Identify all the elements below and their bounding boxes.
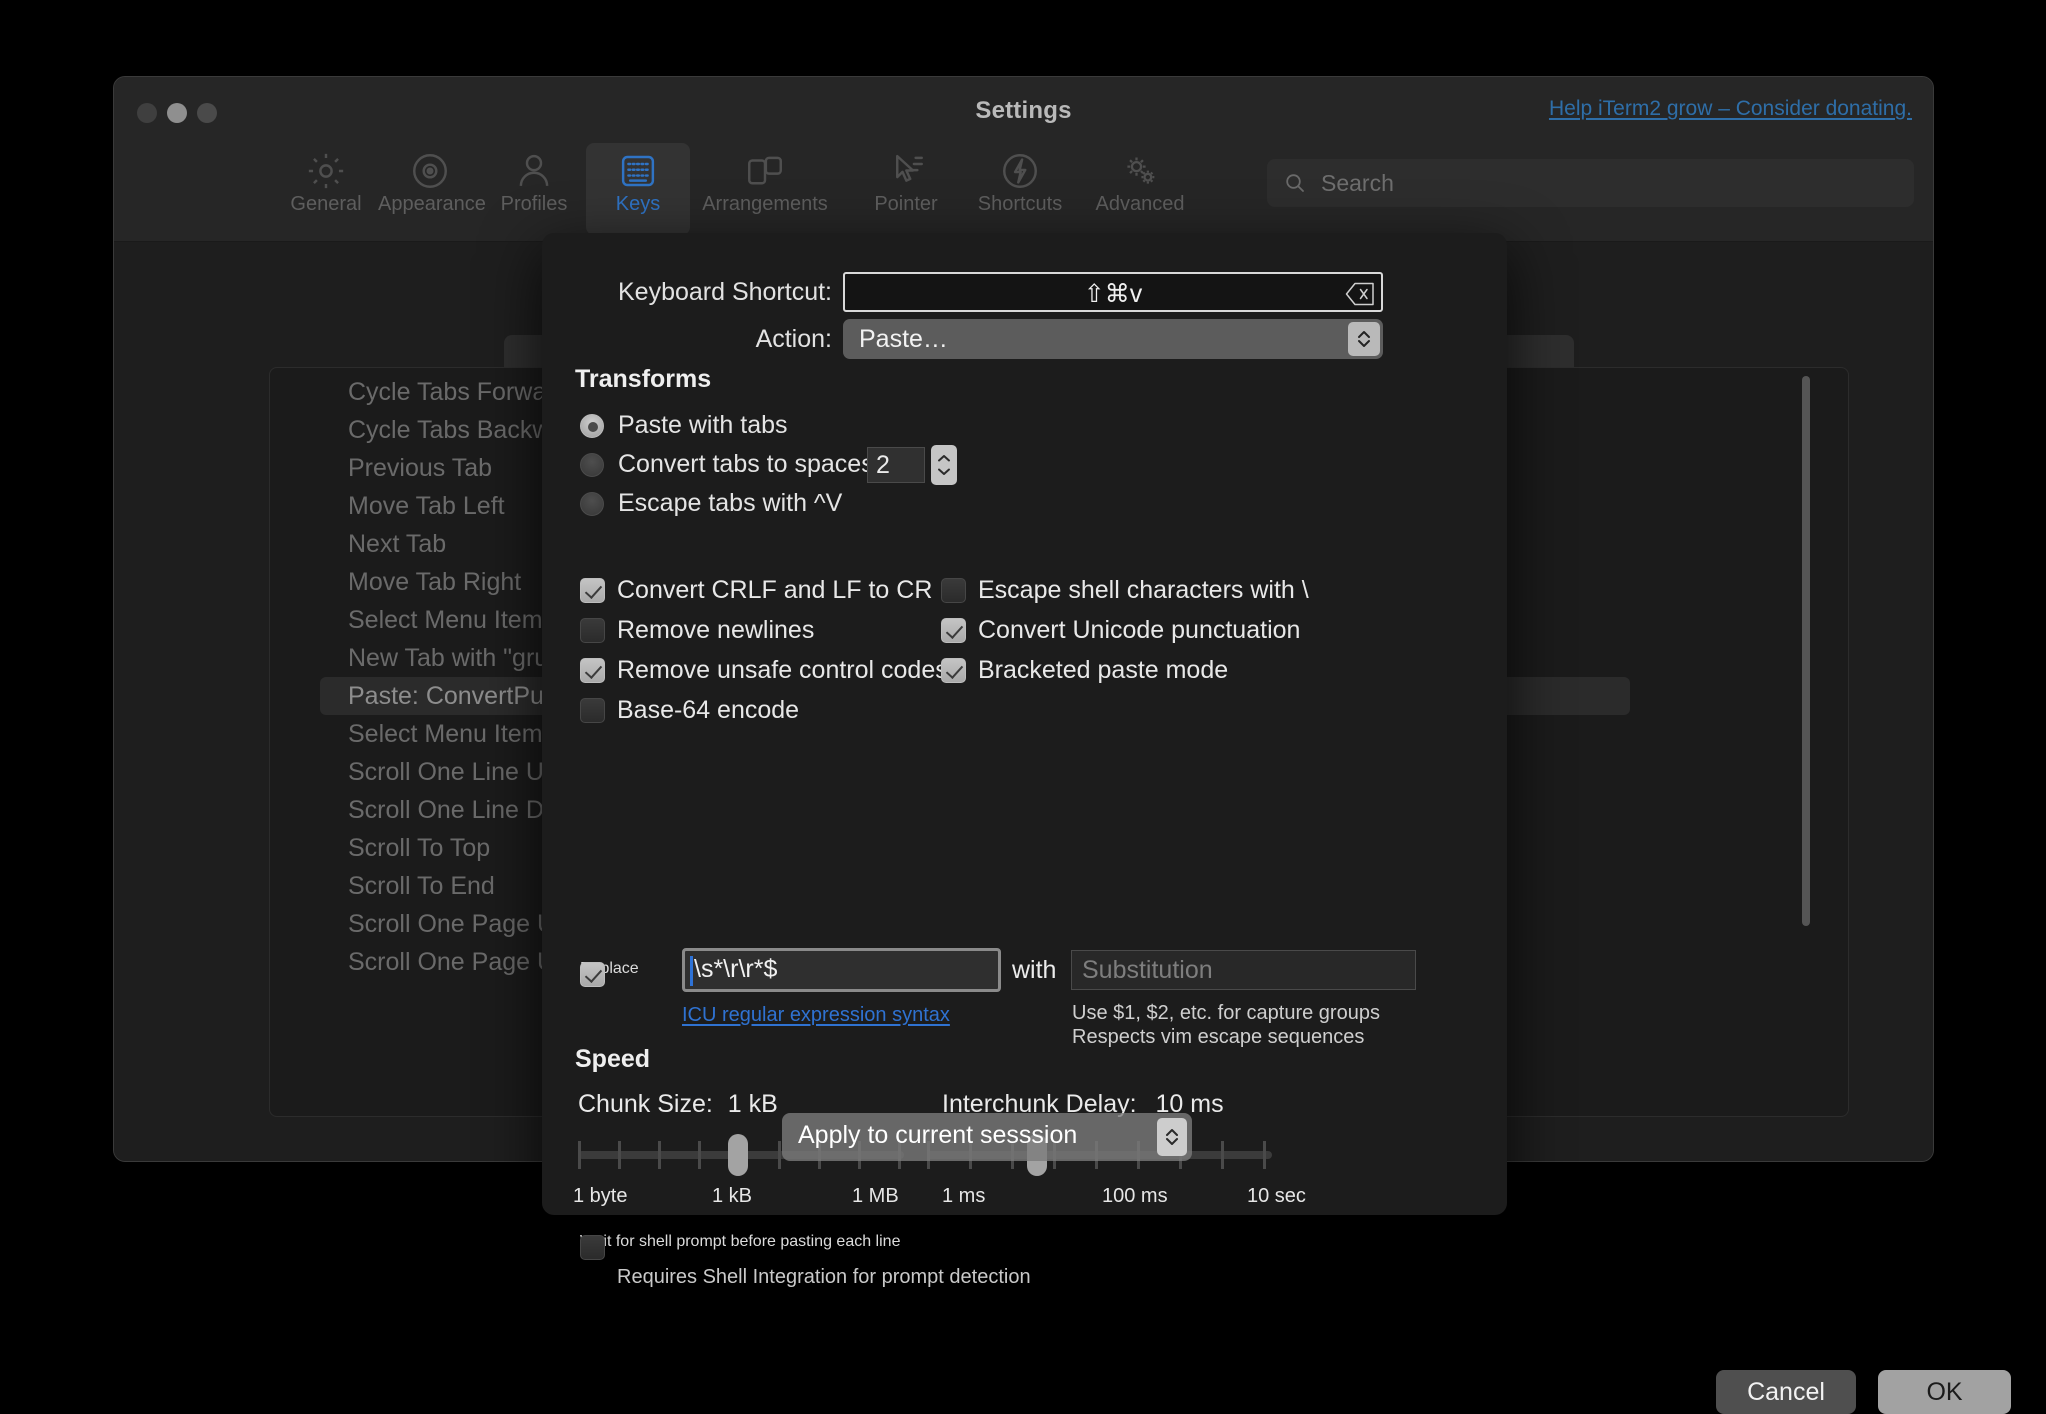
toolbar-item-label: Pointer: [874, 193, 938, 215]
delete-backward-icon[interactable]: [1345, 281, 1375, 312]
radio-label: Convert tabs to spaces:: [618, 450, 881, 478]
action-value: Paste…: [859, 325, 948, 353]
capture-groups-hint: Use $1, $2, etc. for capture groups: [1072, 1002, 1380, 1024]
settings-toolbar: General Appearance Profiles Keys Arrange…: [114, 137, 1933, 242]
chunk-size-value: 1 kB: [727, 1090, 778, 1118]
checkbox-indicator: [941, 578, 966, 603]
toolbar-item-profiles[interactable]: Profiles: [482, 143, 586, 235]
text-caret: [690, 956, 693, 986]
checkbox-label: Base-64 encode: [617, 696, 800, 724]
keyboard-shortcut-label: Keyboard Shortcut:: [617, 278, 832, 306]
checkbox-indicator: [580, 1235, 605, 1260]
speed-heading: Speed: [575, 1045, 651, 1073]
radio-indicator: [580, 453, 604, 477]
toolbar-item-label: General: [290, 193, 362, 215]
checkbox-label: Convert CRLF and LF to CR: [617, 576, 933, 604]
checkbox-indicator: [580, 618, 605, 643]
search-placeholder: Search: [1321, 170, 1394, 196]
chunk-tick-1byte: 1 byte: [573, 1185, 628, 1207]
delay-tick-1ms: 1 ms: [942, 1185, 986, 1207]
checkbox-label: Remove unsafe control codes: [617, 656, 948, 684]
window-titlebar: Settings Help iTerm2 grow – Consider don…: [114, 77, 1933, 143]
toolbar-item-arrangements[interactable]: Arrangements: [690, 143, 840, 235]
search-input[interactable]: Search: [1267, 159, 1914, 207]
gear-icon: [274, 143, 378, 193]
spaces-stepper[interactable]: [931, 445, 957, 485]
substitution-input[interactable]: Substitution: [1071, 950, 1416, 990]
toolbar-item-label: Arrangements: [702, 193, 828, 215]
checkbox-label: Escape shell characters with \: [978, 576, 1309, 604]
gears-icon: [1080, 143, 1200, 193]
radio-indicator: [580, 414, 604, 438]
checkbox-indicator: [580, 962, 605, 987]
toolbar-item-advanced[interactable]: Advanced: [1080, 143, 1200, 235]
person-icon: [482, 143, 586, 193]
checkbox-indicator: [580, 658, 605, 683]
spaces-count-input[interactable]: 2: [867, 447, 925, 483]
chunk-size-slider-knob[interactable]: [728, 1134, 748, 1176]
toolbar-item-label: Advanced: [1095, 193, 1185, 215]
toolbar-item-label: Appearance: [378, 193, 486, 215]
checkbox-indicator: [580, 578, 605, 603]
spaces-count-value: 2: [876, 451, 890, 479]
edit-keyboard-shortcut-dialog: Keyboard Shortcut: ⇧⌘v Action: Paste… Tr…: [542, 233, 2011, 1414]
icu-regex-syntax-link[interactable]: ICU regular expression syntax: [682, 1004, 950, 1027]
toolbar-item-appearance[interactable]: Appearance: [378, 143, 486, 235]
delay-tick-10sec: 10 sec: [1247, 1185, 1306, 1207]
keyboard-icon: [586, 143, 690, 193]
action-label: Action:: [755, 325, 832, 353]
action-select[interactable]: Paste…: [843, 319, 1383, 359]
toolbar-item-label: Keys: [615, 193, 661, 215]
toolbar-item-keys[interactable]: Keys: [586, 143, 690, 235]
radio-indicator: [580, 492, 604, 516]
toolbar-item-pointer[interactable]: Pointer: [854, 143, 958, 235]
chunk-tick-1kb: 1 kB: [712, 1185, 753, 1207]
eye-icon: [378, 143, 482, 193]
toolbar-item-general[interactable]: General: [274, 143, 378, 235]
ok-button[interactable]: OK: [1878, 1370, 2011, 1414]
chevron-down-icon[interactable]: [937, 465, 951, 478]
wait-hint: Requires Shell Integration for prompt de…: [617, 1266, 1031, 1288]
bolt-icon: [960, 143, 1080, 193]
checkbox-indicator: [941, 618, 966, 643]
cursor-icon: [854, 143, 958, 193]
chevron-up-icon[interactable]: [937, 452, 951, 465]
radio-label: Paste with tabs: [618, 411, 788, 439]
checkbox-wait-for-shell-prompt[interactable]: Wait for shell prompt before pasting eac…: [580, 1233, 901, 1260]
toolbar-item-label: Shortcuts: [977, 193, 1063, 215]
search-icon: [1283, 171, 1307, 200]
donate-link[interactable]: Help iTerm2 grow – Consider donating.: [1549, 97, 1912, 121]
apply-scope-select[interactable]: Apply to current sesssion: [782, 1113, 1192, 1161]
checkbox-label: Bracketed paste mode: [978, 656, 1229, 684]
regex-value: \s*\r\r*$: [694, 955, 778, 983]
toolbar-item-shortcuts[interactable]: Shortcuts: [960, 143, 1080, 235]
chevron-updown-icon[interactable]: [1157, 1118, 1187, 1156]
chunk-size-label: Chunk Size: 1 kB: [578, 1090, 778, 1119]
checkbox-replace[interactable]: Replace: [580, 960, 639, 987]
checkbox-label: Wait for shell prompt before pasting eac…: [580, 1233, 901, 1250]
transforms-heading: Transforms: [575, 365, 712, 393]
checkbox-label: Remove newlines: [617, 616, 815, 644]
checkbox-indicator: [941, 658, 966, 683]
cancel-button[interactable]: Cancel: [1716, 1370, 1856, 1414]
delay-tick-100ms: 100 ms: [1102, 1185, 1168, 1207]
checkbox-indicator: [580, 698, 605, 723]
list-scrollbar[interactable]: [1802, 376, 1810, 926]
windows-icon: [690, 143, 840, 193]
radio-label: Escape tabs with ^V: [618, 489, 843, 517]
chunk-size-label-text: Chunk Size:: [578, 1090, 713, 1118]
apply-scope-value: Apply to current sesssion: [798, 1121, 1078, 1149]
chunk-tick-1mb: 1 MB: [852, 1185, 899, 1207]
regex-input[interactable]: \s*\r\r*$: [682, 948, 1001, 992]
keyboard-shortcut-input[interactable]: ⇧⌘v: [843, 272, 1383, 312]
chevron-updown-icon[interactable]: [1348, 322, 1380, 356]
substitution-placeholder: Substitution: [1082, 956, 1213, 984]
checkbox-label: Convert Unicode punctuation: [978, 616, 1301, 644]
keyboard-shortcut-value: ⇧⌘v: [1083, 280, 1143, 308]
vim-escape-hint: Respects vim escape sequences: [1072, 1026, 1365, 1048]
with-label: with: [1012, 956, 1057, 984]
toolbar-item-label: Profiles: [500, 193, 568, 215]
